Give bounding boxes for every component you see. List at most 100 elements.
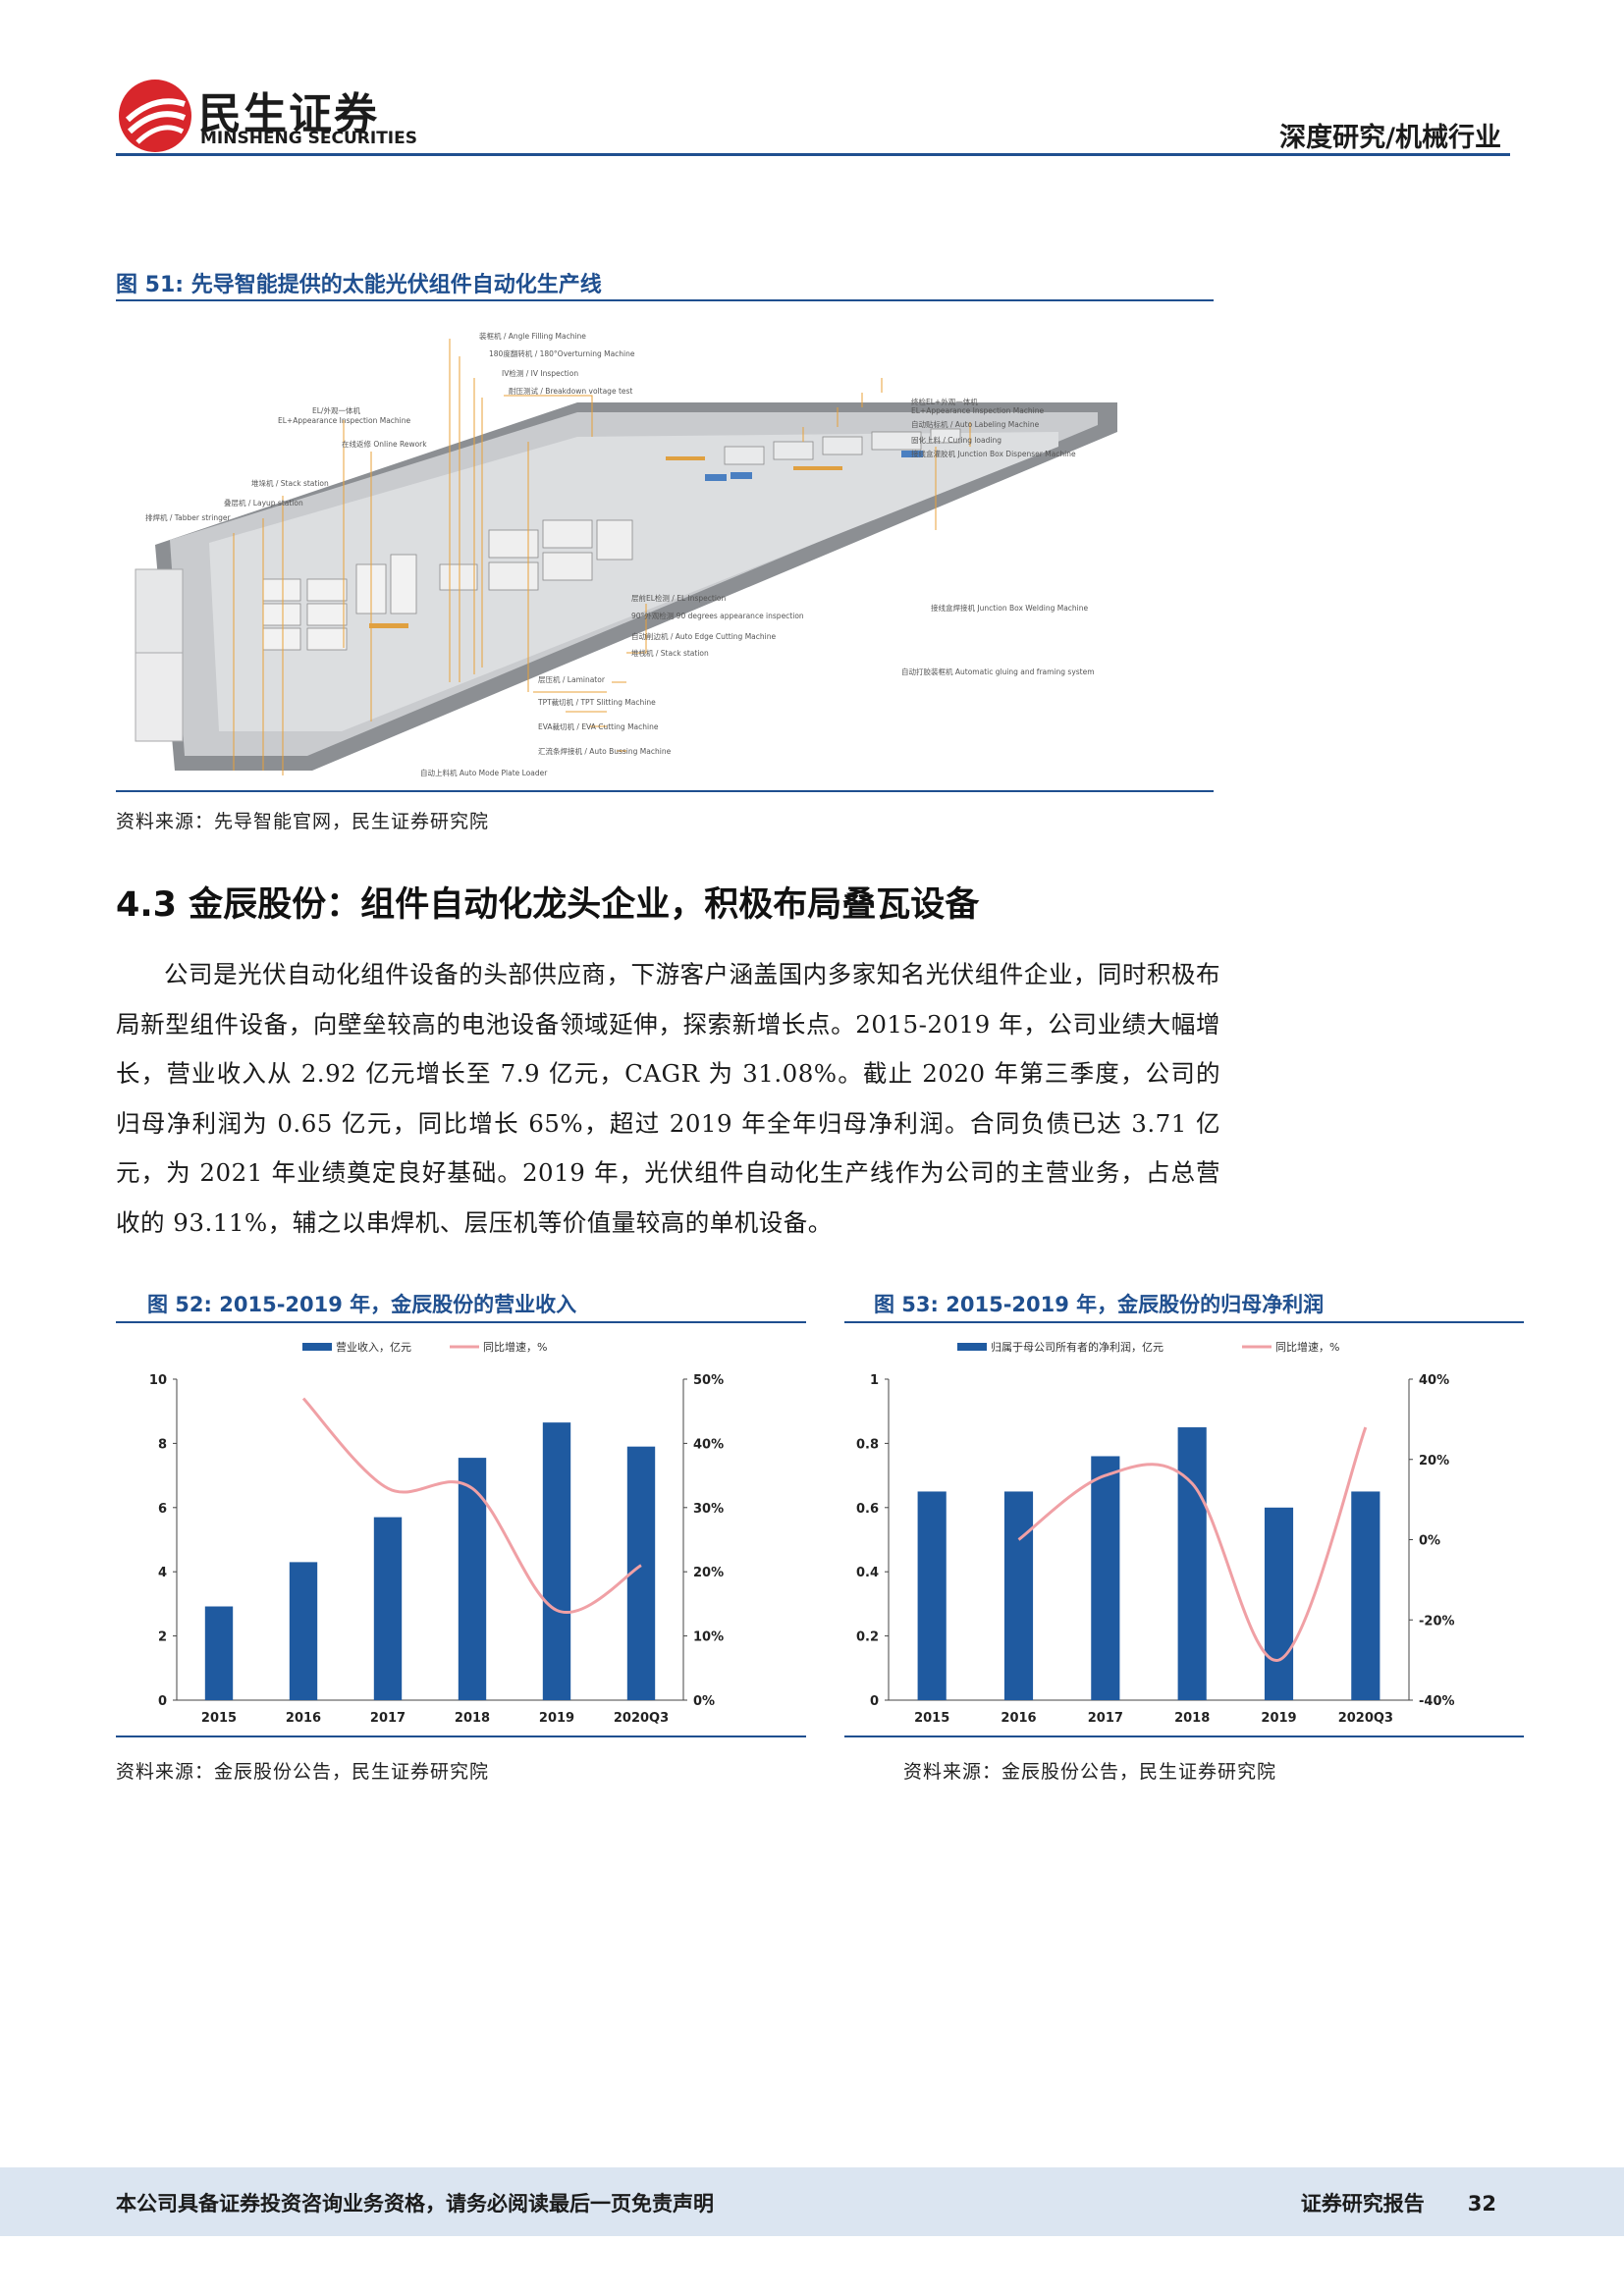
svg-text:自动削边机 / Auto Edge Cutting Mach: 自动削边机 / Auto Edge Cutting Machine xyxy=(631,631,776,641)
chart53-bar-2016 xyxy=(1003,1491,1034,1700)
chart-revenue: 营业收入，亿元 同比增速，% 0 2 4 6 8 10 0% 10% 20% 30% 40% 50% 201… xyxy=(116,1325,806,1733)
chart53-y2-tick-label: 20% xyxy=(1419,1454,1449,1468)
chart53-legend-line-label: 同比增速，% xyxy=(1275,1340,1339,1354)
svg-text:TPT裁切机 / TPT Slitting Machine: TPT裁切机 / TPT Slitting Machine xyxy=(537,697,656,707)
chart52-x-tick-label: 2017 xyxy=(370,1711,406,1726)
chart52-y2-tick-label: 20% xyxy=(693,1566,724,1580)
chart53-y2-tick-label: 0% xyxy=(1419,1534,1440,1549)
figure-52-title: 图 52: 2015-2019 年，金辰股份的营业收入 xyxy=(147,1293,577,1316)
chart53-x-tick-label: 2017 xyxy=(1088,1711,1123,1726)
chart53-x-tick-label: 2015 xyxy=(914,1711,949,1726)
footer-report-type: 证券研究报告 xyxy=(1300,2192,1425,2216)
svg-text:层压机 / Laminator: 层压机 / Laminator xyxy=(538,674,606,684)
chart52-x-tick-label: 2016 xyxy=(286,1711,321,1726)
chart53-bar-2019 xyxy=(1264,1507,1294,1700)
chart52-x-tick-label: 2020Q3 xyxy=(614,1711,669,1726)
footer-right: 证券研究报告 32 xyxy=(1301,2188,1496,2217)
chart-net-profit: 归属于母公司所有者的净利润，亿元 同比增速，% 0 0.2 0.4 0.6 0.8 1 -40%… xyxy=(844,1325,1524,1733)
chart52-y2-tick-label: 0% xyxy=(693,1694,715,1709)
chart52-legend-bar-swatch xyxy=(302,1343,332,1351)
figure-53-bottom-rule xyxy=(844,1735,1524,1737)
section-title: 4.3 金辰股份：组件自动化龙头企业，积极布局叠瓦设备 xyxy=(116,885,980,925)
chart53-legend-bar-label: 归属于母公司所有者的净利润，亿元 xyxy=(991,1340,1164,1354)
chart53-y2-tick-label: -20% xyxy=(1419,1614,1455,1629)
chart53-legend-bar-swatch xyxy=(957,1343,987,1351)
chart52-y-tick-label: 6 xyxy=(158,1502,167,1517)
chart53-bar-2020Q3 xyxy=(1351,1491,1380,1700)
chart52-y-tick-label: 4 xyxy=(158,1566,167,1580)
body-paragraph: 公司是光伏自动化组件设备的头部供应商，下游客户涵盖国内多家知名光伏组件企业，同时… xyxy=(116,950,1220,1248)
figure-53-title: 图 53: 2015-2019 年，金辰股份的归母净利润 xyxy=(874,1293,1325,1316)
svg-text:自动贴标机 / Auto Labeling Machine: 自动贴标机 / Auto Labeling Machine xyxy=(911,419,1040,429)
chart53-y-tick-label: 0.8 xyxy=(856,1437,879,1452)
chart53-bar-2017 xyxy=(1091,1456,1120,1700)
chart53-y2-tick-label: 40% xyxy=(1419,1373,1449,1388)
chart52-y2-tick-label: 40% xyxy=(693,1437,724,1452)
svg-text:EL/外观一体机: EL/外观一体机 xyxy=(312,405,360,415)
logo-emblem-icon xyxy=(119,80,191,152)
header-divider xyxy=(116,153,1510,156)
paragraph-text: 公司是光伏自动化组件设备的头部供应商，下游客户涵盖国内多家知名光伏组件企业，同时… xyxy=(116,960,1220,1237)
svg-text:EL+Appearance Inspection Machi: EL+Appearance Inspection Machine xyxy=(911,406,1045,415)
chart52-y2-tick-label: 10% xyxy=(693,1630,724,1645)
chart52-legend-bar-label: 营业收入，亿元 xyxy=(336,1340,411,1354)
chart53-y2-tick-label: -40% xyxy=(1419,1694,1455,1709)
chart53-bar-2018 xyxy=(1177,1427,1207,1700)
chart53-y-tick-label: 0.6 xyxy=(856,1502,879,1517)
page-footer: 本公司具备证券投资咨询业务资格，请务必阅读最后一页免责声明 证券研究报告 32 xyxy=(0,2167,1624,2236)
figure-53-source: 资料来源：金辰股份公告，民生证券研究院 xyxy=(903,1761,1277,1783)
chart52-x-tick-label: 2015 xyxy=(201,1711,237,1726)
chart53-y-tick-label: 1 xyxy=(870,1373,879,1388)
chart53-x-tick-label: 2016 xyxy=(1001,1711,1036,1726)
chart53-x-tick-label: 2020Q3 xyxy=(1338,1711,1393,1726)
figure-52-top-rule xyxy=(116,1321,806,1323)
svg-text:接线盒焊接机 Junction Box Welding Ma: 接线盒焊接机 Junction Box Welding Machine xyxy=(931,603,1089,613)
chart52-y2-tick-label: 50% xyxy=(693,1373,724,1388)
svg-text:装框机 / Angle Filling Machine: 装框机 / Angle Filling Machine xyxy=(479,331,586,341)
svg-text:180度翻转机 / 180°Overturning Mach: 180度翻转机 / 180°Overturning Machine xyxy=(489,348,635,358)
svg-text:堆垛机 / Stack station: 堆垛机 / Stack station xyxy=(251,478,329,488)
chart52-x-tick-label: 2019 xyxy=(539,1711,574,1726)
svg-text:固化上料 / Curing loading: 固化上料 / Curing loading xyxy=(911,435,1001,445)
svg-text:IV检测 / IV Inspection: IV检测 / IV Inspection xyxy=(502,368,578,378)
chart53-x-tick-label: 2018 xyxy=(1174,1711,1210,1726)
svg-text:叠层机 / Layup station: 叠层机 / Layup station xyxy=(224,498,303,507)
svg-text:EL+Appearance Inspection Machi: EL+Appearance Inspection Machine xyxy=(278,416,411,425)
svg-text:排焊机 / Tabber stringer: 排焊机 / Tabber stringer xyxy=(145,512,231,522)
svg-text:自动上料机 Auto Mode Plate Loader: 自动上料机 Auto Mode Plate Loader xyxy=(420,768,548,777)
chart53-y-tick-label: 0.2 xyxy=(856,1630,879,1645)
page-number: 32 xyxy=(1467,2192,1496,2216)
svg-text:堆栈机 / Stack station: 堆栈机 / Stack station xyxy=(631,648,709,658)
chart52-y-tick-label: 2 xyxy=(158,1630,167,1645)
figure-51-title: 图 51: 先导智能提供的太能光伏组件自动化生产线 xyxy=(116,273,602,297)
svg-text:接线盒灌胶机 Junction Box Dispenser: 接线盒灌胶机 Junction Box Dispenser Machine xyxy=(911,449,1076,458)
chart52-bar-2016 xyxy=(289,1562,318,1700)
svg-text:90°外观检测 90 degrees appearance: 90°外观检测 90 degrees appearance inspection xyxy=(631,611,804,620)
company-logo: 民生证券 MINSHENG SECURITIES xyxy=(116,77,417,155)
chart53-y-tick-label: 0 xyxy=(870,1694,879,1709)
figure-52-bottom-rule xyxy=(116,1735,806,1737)
svg-text:终检EL+外观一体机: 终检EL+外观一体机 xyxy=(911,397,978,406)
chart53-bar-2015 xyxy=(917,1491,947,1700)
logo-text-en: MINSHENG SECURITIES xyxy=(200,129,417,148)
wall-block-1 xyxy=(135,568,184,659)
production-line-illustration: 排焊机 / Tabber stringer 叠层机 / Layup statio… xyxy=(135,331,1117,777)
svg-text:自动打胶装框机 Automatic gluing and f: 自动打胶装框机 Automatic gluing and framing sys… xyxy=(901,667,1095,676)
wall-block-2 xyxy=(135,652,184,742)
figure-53-top-rule xyxy=(844,1321,1524,1323)
chart52-y2-tick-label: 30% xyxy=(693,1502,724,1517)
chart52-bar-2018 xyxy=(458,1458,487,1700)
chart52-bar-2019 xyxy=(542,1422,571,1700)
chart53-y-tick-label: 0.4 xyxy=(856,1566,879,1580)
chart52-bar-2017 xyxy=(373,1517,403,1700)
footer-disclaimer: 本公司具备证券投资咨询业务资格，请务必阅读最后一页免责声明 xyxy=(116,2192,714,2216)
chart53-x-tick-label: 2019 xyxy=(1261,1711,1296,1726)
chart52-legend-line-label: 同比增速，% xyxy=(483,1340,547,1354)
svg-text:在线返修 Online Rework: 在线返修 Online Rework xyxy=(342,439,427,449)
chart52-y-tick-label: 8 xyxy=(158,1437,167,1452)
svg-text:层前EL检测 / EL Inspection: 层前EL检测 / EL Inspection xyxy=(631,593,726,603)
figure-51-top-rule xyxy=(116,299,1214,301)
figure-51-source: 资料来源：先导智能官网，民生证券研究院 xyxy=(116,811,490,832)
svg-text:汇流条焊接机 / Auto Bussing Machine: 汇流条焊接机 / Auto Bussing Machine xyxy=(538,746,672,756)
svg-text:耐压测试 / Breakdown voltage test: 耐压测试 / Breakdown voltage test xyxy=(509,386,632,396)
